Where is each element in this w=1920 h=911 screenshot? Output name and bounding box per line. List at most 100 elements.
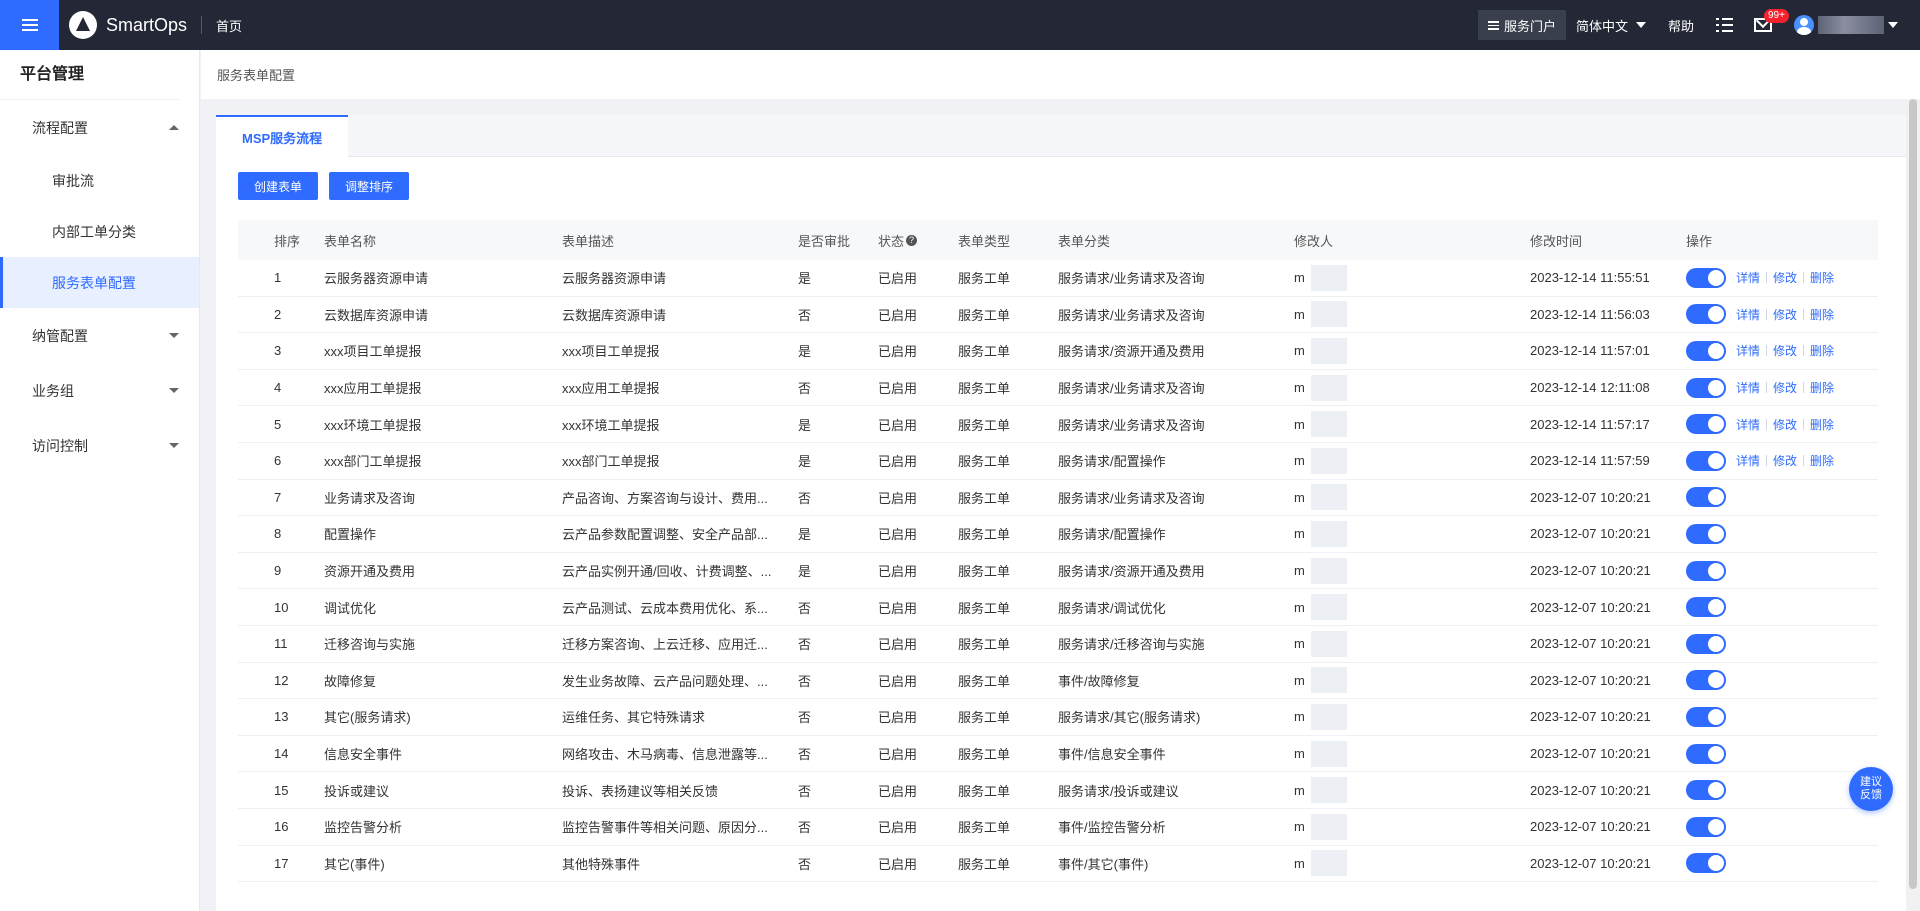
cell-category: 服务请求/业务请求及咨询 (1058, 307, 1205, 323)
tab-msp-service-flow[interactable]: MSP服务流程 (216, 115, 349, 157)
menu-toggle-button[interactable] (0, 0, 59, 50)
cell-category: 服务请求/其它(服务请求) (1058, 710, 1201, 726)
enable-toggle[interactable] (1686, 706, 1726, 727)
modifier-masked (1310, 630, 1347, 657)
cell-name: 资源开通及费用 (324, 564, 416, 580)
cell-sort: 14 (274, 746, 289, 762)
cell-desc: 云产品实例开通/回收、计费调整、... (562, 564, 772, 580)
cell-ops: 详情 修改 删除 (1686, 377, 1878, 398)
cell-name: 迁移咨询与实施 (324, 637, 416, 653)
detail-link[interactable]: 详情 (1736, 306, 1760, 323)
modifier-text: m (1294, 672, 1305, 688)
enable-toggle[interactable] (1686, 340, 1726, 361)
help-link[interactable]: 帮助 (1668, 16, 1694, 35)
enable-toggle[interactable] (1686, 853, 1726, 874)
delete-link[interactable]: 删除 (1810, 269, 1834, 286)
table-row: 7 业务请求及咨询 产品咨询、方案咨询与设计、费用... 否 已启用 服务工单 服务请求/业… (238, 480, 1878, 517)
home-link[interactable]: 首页 (216, 16, 242, 35)
cell-approval: 否 (798, 637, 812, 653)
separator (1766, 382, 1768, 394)
edit-link[interactable]: 修改 (1773, 342, 1797, 359)
question-icon[interactable]: ? (906, 234, 918, 246)
enable-toggle[interactable] (1686, 487, 1726, 508)
cell-ops (1686, 670, 1878, 691)
col-header-time: 修改时间 (1530, 233, 1583, 249)
sidebar-group-business-group[interactable]: 业务组 (0, 363, 199, 418)
sidebar-group-flow-config[interactable]: 流程配置 (0, 100, 199, 155)
modifier-text: m (1294, 453, 1305, 469)
detail-link[interactable]: 详情 (1736, 342, 1760, 359)
edit-link[interactable]: 修改 (1773, 306, 1797, 323)
mail-icon[interactable]: 99+ (1754, 9, 1789, 32)
cell-status: 已启用 (878, 378, 958, 397)
separator (1803, 418, 1805, 430)
adjust-sort-button[interactable]: 调整排序 (329, 172, 410, 200)
enable-toggle[interactable] (1686, 743, 1726, 764)
scrollbar-thumb[interactable] (1909, 99, 1917, 889)
cell-category: 服务请求/业务请求及咨询 (1058, 490, 1205, 506)
feedback-button[interactable]: 建议 反馈 (1849, 767, 1893, 811)
status-text: 已启用 (878, 783, 918, 799)
delete-link[interactable]: 删除 (1810, 452, 1834, 469)
table-row: 3 xxx项目工单提报 xxx项目工单提报 是 已启用 服务工单 服务请求/资源开通及费用 m… (238, 333, 1878, 370)
todo-list-icon[interactable] (1716, 17, 1733, 33)
service-portal-button[interactable]: 服务门户 (1477, 10, 1566, 40)
cell-approval: 是 (798, 344, 812, 360)
status-text: 已启用 (878, 856, 918, 872)
delete-link[interactable]: 删除 (1810, 379, 1834, 396)
cell-modifier: m (1294, 740, 1530, 767)
enable-toggle[interactable] (1686, 560, 1726, 581)
cell-sort: 17 (274, 855, 289, 871)
delete-link[interactable]: 删除 (1810, 306, 1834, 323)
sidebar-item-service-form-config[interactable]: 服务表单配置 (0, 257, 199, 308)
cell-sort: 10 (274, 599, 289, 615)
enable-toggle[interactable] (1686, 377, 1726, 398)
detail-link[interactable]: 详情 (1736, 379, 1760, 396)
cell-desc: 云产品测试、云成本费用优化、系... (562, 600, 768, 616)
sidebar-item-internal-ticket-category[interactable]: 内部工单分类 (0, 206, 199, 257)
delete-link[interactable]: 删除 (1810, 416, 1834, 433)
brand-logo[interactable]: SmartOps (69, 11, 187, 39)
cell-type: 服务工单 (958, 417, 1011, 433)
detail-link[interactable]: 详情 (1736, 416, 1760, 433)
cell-status: 已启用 (878, 268, 958, 287)
cell-category: 服务请求/资源开通及费用 (1058, 344, 1205, 360)
enable-toggle[interactable] (1686, 304, 1726, 325)
enable-toggle[interactable] (1686, 597, 1726, 618)
main-panel: MSP服务流程 创建表单 调整排序 排序 表单名称 表单描述 是否审批 状态 ?… (216, 115, 1906, 911)
cell-sort: 12 (274, 672, 289, 688)
edit-link[interactable]: 修改 (1773, 452, 1797, 469)
modifier-masked (1310, 594, 1347, 621)
enable-toggle[interactable] (1686, 780, 1726, 801)
sidebar-item-approval-flow[interactable]: 审批流 (0, 155, 199, 206)
table-row: 15 投诉或建议 投诉、表扬建议等相关反馈 否 已启用 服务工单 服务请求/投诉或建议 m 20… (238, 772, 1878, 809)
detail-link[interactable]: 详情 (1736, 452, 1760, 469)
modifier-text: m (1294, 380, 1305, 396)
language-select[interactable]: 简体中文 (1576, 16, 1646, 35)
separator (1766, 308, 1768, 320)
cell-type: 服务工单 (958, 454, 1011, 470)
cell-type: 服务工单 (958, 856, 1011, 872)
user-menu[interactable] (1794, 15, 1898, 35)
delete-link[interactable]: 删除 (1810, 342, 1834, 359)
enable-toggle[interactable] (1686, 450, 1726, 471)
sidebar-group-managed-config[interactable]: 纳管配置 (0, 308, 199, 363)
edit-link[interactable]: 修改 (1773, 269, 1797, 286)
enable-toggle[interactable] (1686, 816, 1726, 837)
enable-toggle[interactable] (1686, 523, 1726, 544)
edit-link[interactable]: 修改 (1773, 379, 1797, 396)
edit-link[interactable]: 修改 (1773, 416, 1797, 433)
sidebar-group-access-control[interactable]: 访问控制 (0, 418, 199, 473)
enable-toggle[interactable] (1686, 267, 1726, 288)
enable-toggle[interactable] (1686, 633, 1726, 654)
cell-time: 2023-12-07 10:20:21 (1530, 855, 1651, 871)
separator (1766, 345, 1768, 357)
enable-toggle[interactable] (1686, 670, 1726, 691)
enable-toggle[interactable] (1686, 414, 1726, 435)
create-form-button[interactable]: 创建表单 (238, 172, 319, 200)
cell-type: 服务工单 (958, 637, 1011, 653)
page-scrollbar[interactable] (1906, 99, 1920, 911)
status-text: 已启用 (878, 747, 918, 763)
detail-link[interactable]: 详情 (1736, 269, 1760, 286)
cell-time: 2023-12-14 11:57:59 (1530, 453, 1650, 469)
